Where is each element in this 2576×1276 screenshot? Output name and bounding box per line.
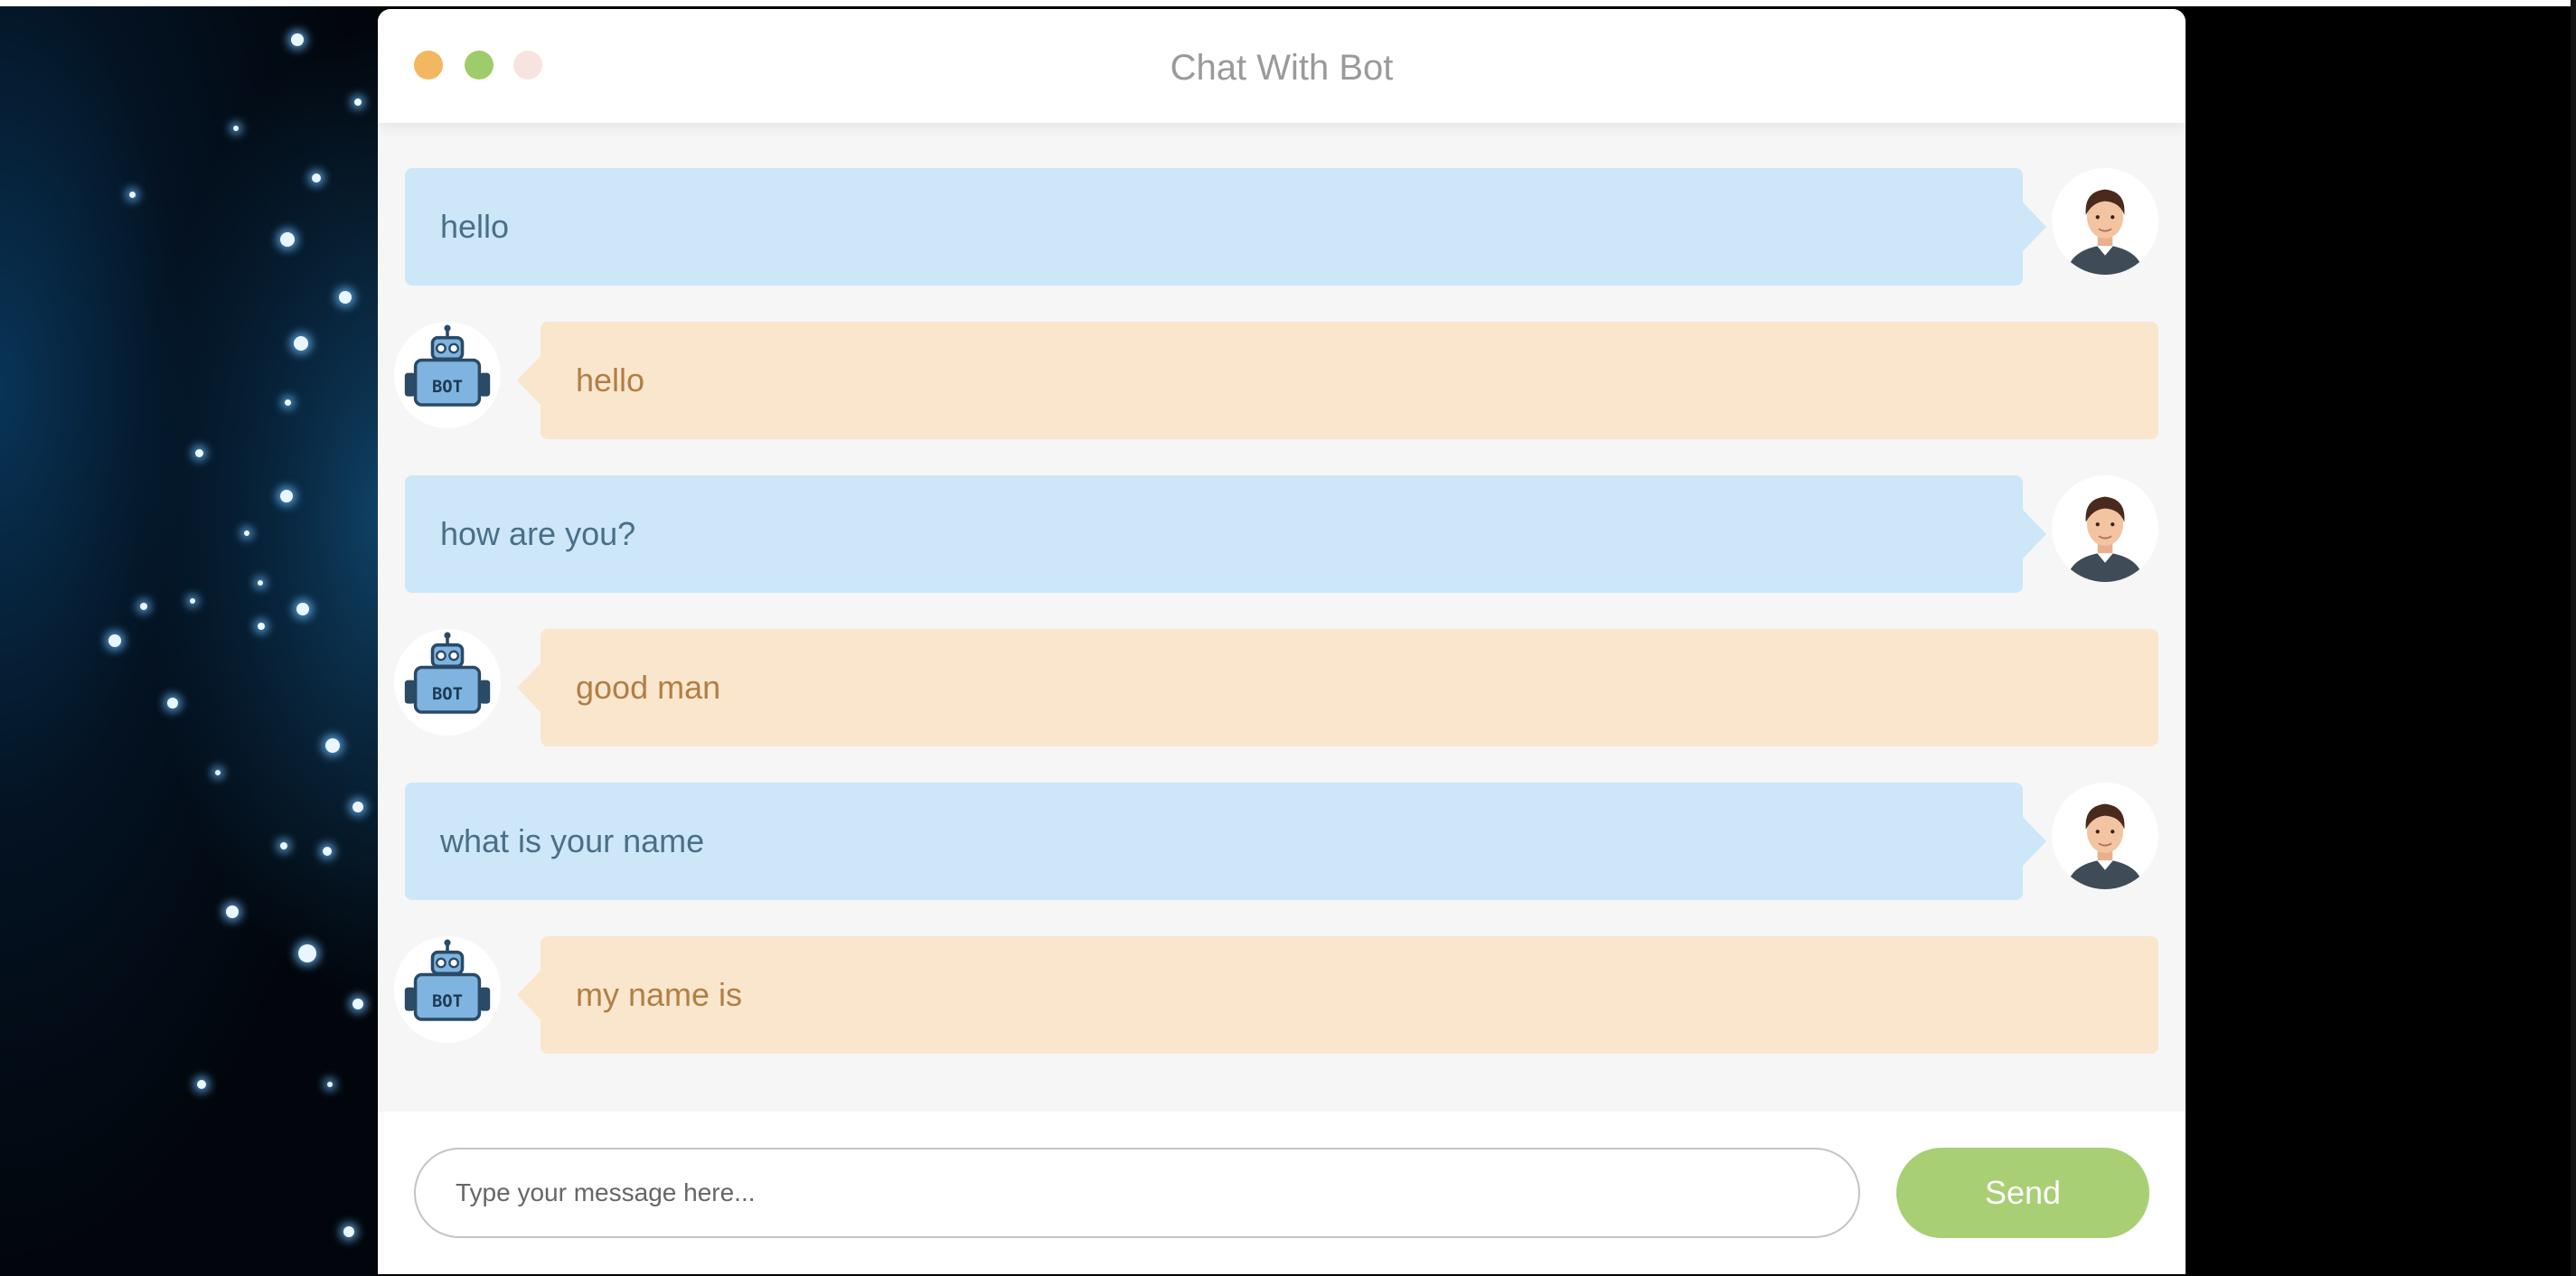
starfield-background <box>0 6 380 1276</box>
desktop-edge <box>2571 0 2576 1276</box>
user-avatar-icon <box>2052 783 2158 889</box>
message-bot: BOT my name is <box>394 936 2158 1054</box>
message-bubble: good man <box>517 629 2158 746</box>
message-list: hello BOT hello how are you? BOT good ma… <box>378 123 2186 1112</box>
message-bot: BOT good man <box>394 629 2158 746</box>
user-avatar-icon <box>2052 168 2158 275</box>
message-bubble: hello <box>517 322 2158 439</box>
robot-bot-icon: BOT <box>394 936 501 1043</box>
window-title: Chat With Bot <box>1170 48 1394 88</box>
message-user: what is your name <box>405 783 2158 900</box>
title-bar: Chat With Bot <box>378 9 2186 123</box>
message-user: hello <box>405 168 2158 286</box>
message-bubble: what is your name <box>405 783 2046 900</box>
screen: Chat With Bot hello BOT hello how are yo… <box>0 0 2576 1276</box>
svg-text:BOT: BOT <box>432 991 463 1011</box>
svg-text:BOT: BOT <box>432 684 463 704</box>
message-bubble: my name is <box>517 936 2158 1054</box>
robot-bot-icon: BOT <box>394 322 501 428</box>
message-bot: BOT hello <box>394 322 2158 439</box>
svg-text:BOT: BOT <box>432 377 463 397</box>
top-edge <box>0 0 2576 6</box>
send-button[interactable]: Send <box>1896 1148 2149 1238</box>
message-bubble: how are you? <box>405 475 2046 593</box>
message-input[interactable] <box>414 1148 1860 1238</box>
chat-window: Chat With Bot hello BOT hello how are yo… <box>378 9 2186 1274</box>
message-bubble: hello <box>405 168 2046 286</box>
composer-bar: Send <box>378 1112 2186 1274</box>
robot-bot-icon: BOT <box>394 629 501 736</box>
message-user: how are you? <box>405 475 2158 593</box>
user-avatar-icon <box>2052 475 2158 582</box>
